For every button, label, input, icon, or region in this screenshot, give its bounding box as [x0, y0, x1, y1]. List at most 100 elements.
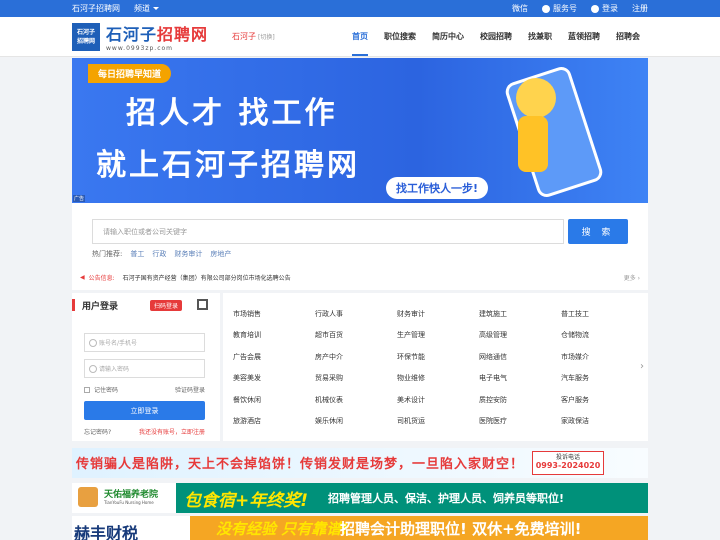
user-icon: [591, 4, 599, 13]
nav-blue-collar[interactable]: 蓝领招聘: [560, 17, 608, 56]
site-link[interactable]: 石河子招聘网: [72, 3, 120, 14]
ad1-text: 传销骗人是陷阱，天上不会掉馅饼！传销发财是场梦，一旦陷入家财空！: [76, 457, 525, 472]
banner-headline-1: 招人才 找工作: [126, 96, 338, 131]
search-button[interactable]: 搜 索: [568, 219, 628, 244]
category-item[interactable]: 电子电气: [479, 368, 561, 390]
category-item[interactable]: 生产管理: [397, 325, 479, 347]
channel-label: 频道: [134, 4, 150, 13]
category-item[interactable]: 高级管理: [479, 325, 561, 347]
register-link[interactable]: 注册: [632, 3, 648, 14]
category-item[interactable]: 医院医疗: [479, 411, 561, 433]
complaint-phone-box: 投诉电话 0993-2024020: [532, 451, 604, 475]
category-item[interactable]: 质控安防: [479, 389, 561, 411]
category-item[interactable]: 环保节能: [397, 346, 479, 368]
nursing-home-logo: 天佑福养老院 TianYouFu Nursing Home: [72, 483, 176, 513]
ad-banner-nursing-home[interactable]: 天佑福养老院 TianYouFu Nursing Home 包食宿+年终奖! 招…: [72, 483, 648, 513]
nav-part-time[interactable]: 找兼职: [520, 17, 560, 56]
code-login-link[interactable]: 验证码登录: [175, 385, 205, 394]
category-item[interactable]: 客户服务: [561, 389, 643, 411]
hot-keyword[interactable]: 普工: [130, 249, 144, 259]
nursing-home-name-en: TianYouFu Nursing Home: [104, 500, 154, 505]
category-item[interactable]: 娱乐休闲: [315, 411, 397, 433]
ad2-highlight: 包食宿+年终奖!: [184, 491, 308, 511]
nav-job-search[interactable]: 职位搜索: [376, 17, 424, 56]
hot-keywords: 热门推荐: 普工 行政 财务审计 房地产: [92, 249, 231, 259]
search-section: 请输入职位或者公司关键字 搜 索 热门推荐: 普工 行政 财务审计 房地产 ◀ …: [72, 203, 648, 290]
category-item[interactable]: 建筑施工: [479, 303, 561, 325]
category-item[interactable]: 超市百货: [315, 325, 397, 347]
ad2-text: 招聘管理人员、保洁、护理人员、饲养员等职位!: [328, 492, 565, 505]
ad-banner-anti-mlm[interactable]: 传销骗人是陷阱，天上不会掉馅饼！传销发财是场梦，一旦陷入家财空！ 投诉电话 09…: [72, 448, 648, 478]
forgot-password-link[interactable]: 忘记密码?: [84, 427, 111, 436]
nav-campus[interactable]: 校园招聘: [472, 17, 520, 56]
login-button[interactable]: 立即登录: [84, 401, 205, 420]
category-item[interactable]: 仓储物流: [561, 325, 643, 347]
nav-home[interactable]: 首页: [344, 17, 376, 56]
city-name: 石河子: [232, 32, 257, 41]
logo-name-a: 石河子: [106, 25, 158, 44]
notice-label: 公告信息:: [88, 275, 115, 282]
service-link[interactable]: 服务号: [542, 3, 577, 14]
category-item[interactable]: 行政人事: [315, 303, 397, 325]
banner-slogan: 找工作快人一步!: [386, 177, 489, 199]
login-options: 记住密码 验证码登录: [84, 385, 205, 394]
hot-keyword[interactable]: 行政: [152, 249, 166, 259]
category-item[interactable]: 市场媒介: [561, 346, 643, 368]
search-input[interactable]: 请输入职位或者公司关键字: [92, 219, 564, 244]
hero-banner[interactable]: 每日招聘早知道 招人才 找工作 就上石河子招聘网 找工作快人一步! 广告: [72, 58, 648, 203]
notice-more-link[interactable]: 更多 ›: [624, 273, 640, 282]
banner-tag: 每日招聘早知道: [88, 64, 172, 83]
category-item[interactable]: 物业维修: [397, 368, 479, 390]
qr-code-icon[interactable]: [197, 299, 208, 310]
accounting-brand: 赫丰财税: [74, 524, 139, 540]
hot-keyword[interactable]: 房地产: [210, 249, 231, 259]
category-item[interactable]: 房产中介: [315, 346, 397, 368]
city-switcher[interactable]: 石河子 [切换]: [232, 31, 275, 42]
nav-job-fair[interactable]: 招聘会: [608, 17, 648, 56]
wechat-icon: [542, 4, 550, 13]
site-logo[interactable]: 石河子 招聘网 石河子招聘网 www.0993zp.com: [72, 21, 208, 52]
logo-url: www.0993zp.com: [106, 45, 174, 52]
username-input[interactable]: 账号名/手机号: [84, 333, 205, 352]
banner-headline-2: 就上石河子招聘网: [96, 148, 360, 183]
category-item[interactable]: 美容美发: [233, 368, 315, 390]
nav-resume-center[interactable]: 简历中心: [424, 17, 472, 56]
category-item[interactable]: 普工技工: [561, 303, 643, 325]
logo-mark-line1: 石河子: [76, 28, 95, 36]
password-input[interactable]: 请输入密码: [84, 359, 205, 378]
service-label: 服务号: [553, 4, 577, 13]
hot-keyword[interactable]: 财务审计: [174, 249, 202, 259]
person-head-illustration: [516, 78, 556, 118]
logo-text: 石河子招聘网 www.0993zp.com: [106, 21, 208, 52]
category-item[interactable]: 教育培训: [233, 325, 315, 347]
category-grid: 市场销售 行政人事 财务审计 建筑施工 普工技工 教育培训 超市百货 生产管理 …: [233, 303, 638, 432]
category-item[interactable]: 旅游酒店: [233, 411, 315, 433]
speaker-icon: ◀: [80, 274, 85, 281]
category-item[interactable]: 贸易采购: [315, 368, 397, 390]
login-panel: 用户登录 扫码登录 账号名/手机号 请输入密码 记住密码 验证码登录 立即登录 …: [72, 293, 220, 441]
channel-menu[interactable]: 频道: [134, 3, 159, 14]
ad-banner-accounting[interactable]: 赫丰财税 没有经验 只有靠谱! 招聘会计助理职位! 双休+免费培训!: [72, 516, 648, 540]
wechat-link[interactable]: 微信: [512, 3, 528, 14]
house-icon: [78, 487, 98, 507]
register-now-link[interactable]: 我还没有账号，立即注册: [139, 427, 205, 436]
category-item[interactable]: 网络通信: [479, 346, 561, 368]
category-item[interactable]: 广告会展: [233, 346, 315, 368]
login-title: 用户登录: [82, 302, 119, 312]
remember-checkbox[interactable]: [84, 386, 90, 393]
category-item[interactable]: 司机货运: [397, 411, 479, 433]
header: 石河子 招聘网 石河子招聘网 www.0993zp.com 石河子 [切换] 首页…: [0, 17, 720, 57]
category-item[interactable]: 市场销售: [233, 303, 315, 325]
category-item[interactable]: 机械仪表: [315, 389, 397, 411]
category-item[interactable]: 家政保洁: [561, 411, 643, 433]
category-item[interactable]: 汽车服务: [561, 368, 643, 390]
category-item[interactable]: 财务审计: [397, 303, 479, 325]
login-link[interactable]: 登录: [591, 3, 618, 14]
notice-text[interactable]: 石河子国有资产经营（集团）有限公司部分岗位市场化选聘公告: [123, 273, 291, 282]
scan-login-badge[interactable]: 扫码登录: [150, 300, 183, 311]
chevron-right-icon[interactable]: ›: [640, 361, 644, 372]
category-item[interactable]: 美术设计: [397, 389, 479, 411]
city-switch-label: [切换]: [258, 34, 275, 41]
category-item[interactable]: 餐饮休闲: [233, 389, 315, 411]
top-bar: 石河子招聘网 频道 微信 服务号 登录 注册: [0, 0, 720, 17]
